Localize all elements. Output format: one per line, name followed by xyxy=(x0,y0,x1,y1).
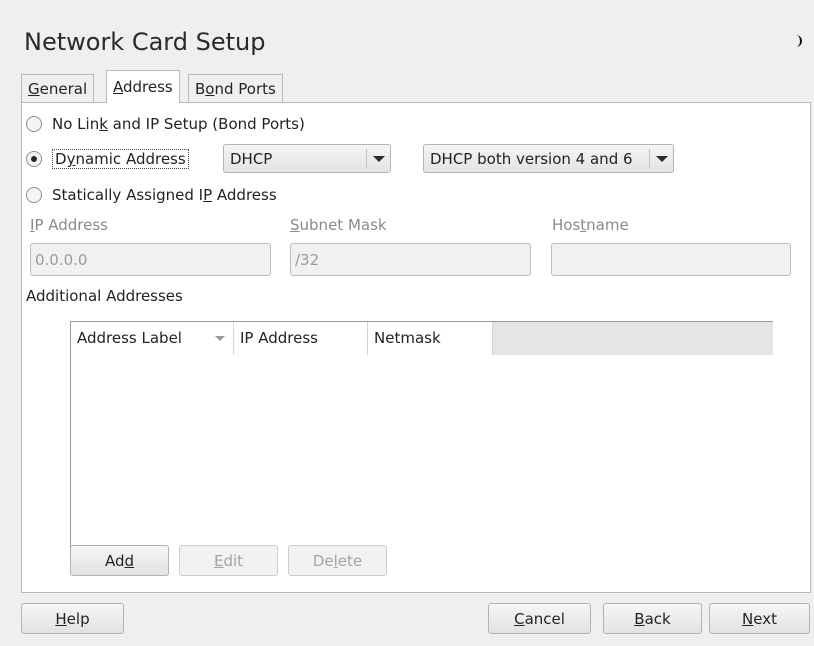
chevron-down-icon xyxy=(366,149,390,168)
moon-icon[interactable] xyxy=(790,34,804,48)
column-header-netmask[interactable]: Netmask xyxy=(368,322,493,355)
additional-addresses-table[interactable]: Address Label IP Address Netmask xyxy=(70,321,773,559)
next-button[interactable]: Next xyxy=(709,603,810,634)
dynamic-address-label: Dynamic Address xyxy=(52,149,189,169)
column-header-address-label[interactable]: Address Label xyxy=(71,322,234,355)
subnet-mask-field[interactable]: /32 xyxy=(290,243,531,276)
static-address-label: Statically Assigned IP Address xyxy=(52,186,277,204)
column-header-ip-address[interactable]: IP Address xyxy=(234,322,368,355)
dhcp-version-select[interactable]: DHCP both version 4 and 6 xyxy=(423,144,674,173)
table-header: Address Label IP Address Netmask xyxy=(71,322,773,355)
ip-address-label: IP Address xyxy=(30,216,108,234)
ip-address-field[interactable]: 0.0.0.0 xyxy=(30,243,271,276)
no-link-label: No Link and IP Setup (Bond Ports) xyxy=(52,115,305,133)
no-link-radio-row[interactable]: No Link and IP Setup (Bond Ports) xyxy=(26,114,305,134)
tab-general-mnemonic: G xyxy=(28,80,40,98)
cancel-button[interactable]: Cancel xyxy=(488,603,591,634)
window-title: Network Card Setup xyxy=(24,28,266,56)
additional-addresses-heading: Additional Addresses xyxy=(26,287,183,305)
hostname-field[interactable] xyxy=(551,243,791,276)
edit-button[interactable]: Edit xyxy=(179,545,278,576)
static-address-radio-row[interactable]: Statically Assigned IP Address xyxy=(26,185,277,205)
add-button[interactable]: Add xyxy=(70,545,169,576)
tab-general[interactable]: General xyxy=(21,74,95,102)
back-button[interactable]: Back xyxy=(603,603,702,634)
dynamic-address-radio-row[interactable]: Dynamic Address xyxy=(26,149,189,169)
help-button[interactable]: Help xyxy=(21,603,124,634)
chevron-down-icon xyxy=(649,149,673,168)
dhcp-mode-select[interactable]: DHCP xyxy=(223,144,391,173)
static-address-radio[interactable] xyxy=(26,187,42,203)
hostname-label: Hostname xyxy=(552,216,629,234)
no-link-radio[interactable] xyxy=(26,116,42,132)
tab-bond-ports[interactable]: Bond Ports xyxy=(188,74,283,102)
tab-address-mnemonic: A xyxy=(113,78,123,96)
dynamic-address-radio[interactable] xyxy=(26,151,42,167)
tab-address[interactable]: Address xyxy=(106,70,180,103)
subnet-mask-label: Subnet Mask xyxy=(290,216,387,234)
delete-button[interactable]: Delete xyxy=(288,545,387,576)
sort-down-icon xyxy=(215,336,225,341)
